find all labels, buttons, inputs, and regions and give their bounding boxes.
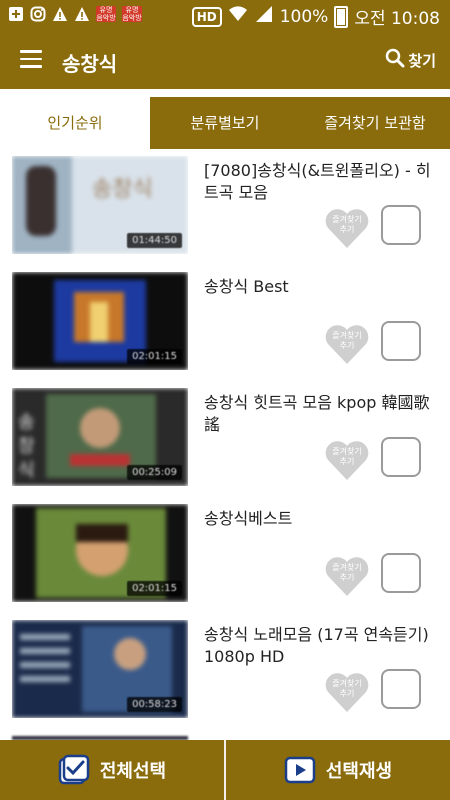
search-icon bbox=[385, 48, 405, 72]
select-checkbox[interactable] bbox=[381, 669, 421, 709]
svg-text:창: 창 bbox=[18, 436, 35, 457]
video-title[interactable]: 송창식 힛트곡 모음 kpop 韓國歌謠 bbox=[204, 392, 434, 436]
select-checkbox[interactable] bbox=[381, 437, 421, 477]
list-item[interactable]: 송창식 01:44:50 [7080]송창식(&트윈폴리오) - 히트곡 모음 … bbox=[0, 150, 450, 266]
select-checkbox[interactable] bbox=[381, 205, 421, 245]
battery-icon bbox=[334, 5, 349, 28]
select-all-button[interactable]: 전체선택 bbox=[0, 740, 224, 800]
list-item[interactable]: 00:58:23 송창식 노래모음 (17곡 연속듣기) 1080p HD 즐겨… bbox=[0, 614, 450, 730]
favorite-label: 즐겨찾기 추기 bbox=[332, 215, 362, 234]
clock: 오전 10:08 bbox=[354, 9, 440, 29]
app-bar: 송창식 찾기 bbox=[0, 32, 450, 89]
favorite-label: 즐겨찾기 추기 bbox=[332, 563, 362, 582]
video-duration: 02:01:15 bbox=[127, 581, 182, 596]
list-item[interactable]: 송 창 식 00:25:09 송창식 힛트곡 모음 kpop 韓國歌謠 즐겨찾기… bbox=[0, 382, 450, 498]
signal-icon bbox=[254, 5, 274, 28]
video-thumbnail[interactable]: 송창식 01:44:50 bbox=[12, 156, 188, 254]
checkbox-checked-icon bbox=[58, 754, 90, 785]
tab-favorites[interactable]: 즐겨찾기 보관함 bbox=[300, 97, 450, 149]
battery-percent: 100% bbox=[279, 6, 329, 27]
video-title[interactable]: 송창식 노래모음 (17곡 연속듣기) 1080p HD bbox=[204, 624, 434, 668]
page-title: 송창식 bbox=[62, 52, 118, 76]
play-selected-button[interactable]: 선택재생 bbox=[226, 740, 450, 800]
app-notification-badge: 유명 음악방 bbox=[122, 6, 142, 22]
video-thumbnail[interactable]: 00:58:23 bbox=[12, 620, 188, 718]
list-item[interactable]: 02:01:15 송창식 Best 즐겨찾기 추기 bbox=[0, 266, 450, 382]
video-thumbnail[interactable]: 02:01:15 bbox=[12, 272, 188, 370]
status-bar: 유명 음악방 유명 음악방 HD 100% 오전 10:08 bbox=[0, 0, 450, 32]
search-button[interactable]: 찾기 bbox=[385, 48, 436, 72]
add-notification-icon bbox=[8, 6, 24, 22]
tab-bar: 인기순위 분류별보기 즐겨찾기 보관함 bbox=[0, 97, 450, 149]
video-duration: 00:25:09 bbox=[127, 465, 182, 480]
warning-icon bbox=[74, 6, 90, 22]
divider bbox=[224, 740, 226, 800]
warning-icon bbox=[52, 6, 68, 22]
tab-popular[interactable]: 인기순위 bbox=[0, 97, 150, 149]
hd-voice-icon: HD bbox=[191, 6, 222, 27]
play-icon bbox=[284, 756, 316, 784]
select-all-label: 전체선택 bbox=[99, 761, 167, 782]
favorite-label: 즐겨찾기 추기 bbox=[332, 679, 362, 698]
video-duration: 01:44:50 bbox=[127, 233, 182, 248]
video-duration: 02:01:15 bbox=[127, 349, 182, 364]
video-thumbnail[interactable]: 송 창 식 00:25:09 bbox=[12, 388, 188, 486]
select-checkbox[interactable] bbox=[381, 553, 421, 593]
video-title[interactable]: [7080]송창식(&트윈폴리오) - 히트곡 모음 bbox=[204, 160, 434, 204]
favorite-label: 즐겨찾기 추기 bbox=[332, 331, 362, 350]
svg-text:송: 송 bbox=[18, 412, 35, 433]
video-duration: 00:58:23 bbox=[127, 697, 182, 712]
video-title[interactable]: 송창식베스트 bbox=[204, 508, 434, 530]
play-selected-label: 선택재생 bbox=[325, 761, 393, 782]
app-notification-badge: 유명 음악방 bbox=[96, 6, 116, 22]
svg-text:송창식: 송창식 bbox=[92, 177, 153, 202]
list-item-partial bbox=[0, 730, 450, 740]
favorite-button[interactable]: 즐겨찾기 추기 bbox=[323, 670, 371, 714]
favorite-label: 즐겨찾기 추기 bbox=[332, 447, 362, 466]
favorite-button[interactable]: 즐겨찾기 추기 bbox=[323, 322, 371, 366]
favorite-button[interactable]: 즐겨찾기 추기 bbox=[323, 554, 371, 598]
list-item[interactable]: 02:01:15 송창식베스트 즐겨찾기 추기 bbox=[0, 498, 450, 614]
favorite-button[interactable]: 즐겨찾기 추기 bbox=[323, 438, 371, 482]
tab-categories[interactable]: 분류별보기 bbox=[150, 97, 300, 149]
wifi-icon bbox=[228, 5, 248, 28]
select-checkbox[interactable] bbox=[381, 321, 421, 361]
instagram-icon bbox=[30, 6, 46, 22]
video-title[interactable]: 송창식 Best bbox=[204, 276, 434, 298]
bottom-action-bar: 전체선택 선택재생 bbox=[0, 740, 450, 800]
svg-text:식: 식 bbox=[18, 460, 35, 481]
search-label: 찾기 bbox=[408, 51, 436, 70]
video-thumbnail[interactable]: 02:01:15 bbox=[12, 504, 188, 602]
favorite-button[interactable]: 즐겨찾기 추기 bbox=[323, 206, 371, 250]
menu-icon[interactable] bbox=[20, 50, 42, 68]
video-list: 송창식 01:44:50 [7080]송창식(&트윈폴리오) - 히트곡 모음 … bbox=[0, 150, 450, 740]
